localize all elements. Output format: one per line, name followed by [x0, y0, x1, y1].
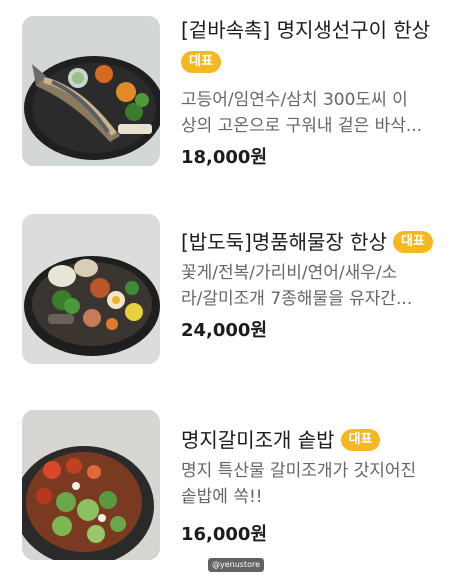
menu-item-title: 명지갈미조개 솥밥: [181, 428, 335, 452]
menu-item-description: 고등어/임연수/삼치 300도씨 이 상의 고온으로 구워내 겉은 바삭...: [181, 90, 423, 136]
signature-badge: 대표: [340, 429, 381, 451]
signature-badge: 대표: [181, 51, 221, 73]
grilled-fish-image: [22, 16, 160, 166]
menu-item-price: 16,000원: [181, 524, 268, 545]
menu-item-price: 24,000원: [181, 320, 268, 341]
seafood-platter-image: [22, 214, 160, 364]
menu-item-description: 명지 특산물 갈미조개가 갓지어진 솥밥에 쏙!!: [181, 461, 417, 507]
menu-item-price: 18,000원: [181, 147, 268, 168]
watermark: @yenustore: [208, 558, 265, 572]
menu-item-description: 꽃게/전복/가리비/연어/새우/소 라/갈미조개 7종해물을 유자간...: [181, 263, 413, 309]
signature-badge: 대표: [392, 231, 433, 253]
clam-pot-rice-image: [22, 410, 160, 560]
menu-item-title: [겉바속촉] 명지생선구이 한상: [181, 18, 431, 42]
menu-item-title: [밥도둑]명품해물장 한상: [181, 230, 387, 254]
